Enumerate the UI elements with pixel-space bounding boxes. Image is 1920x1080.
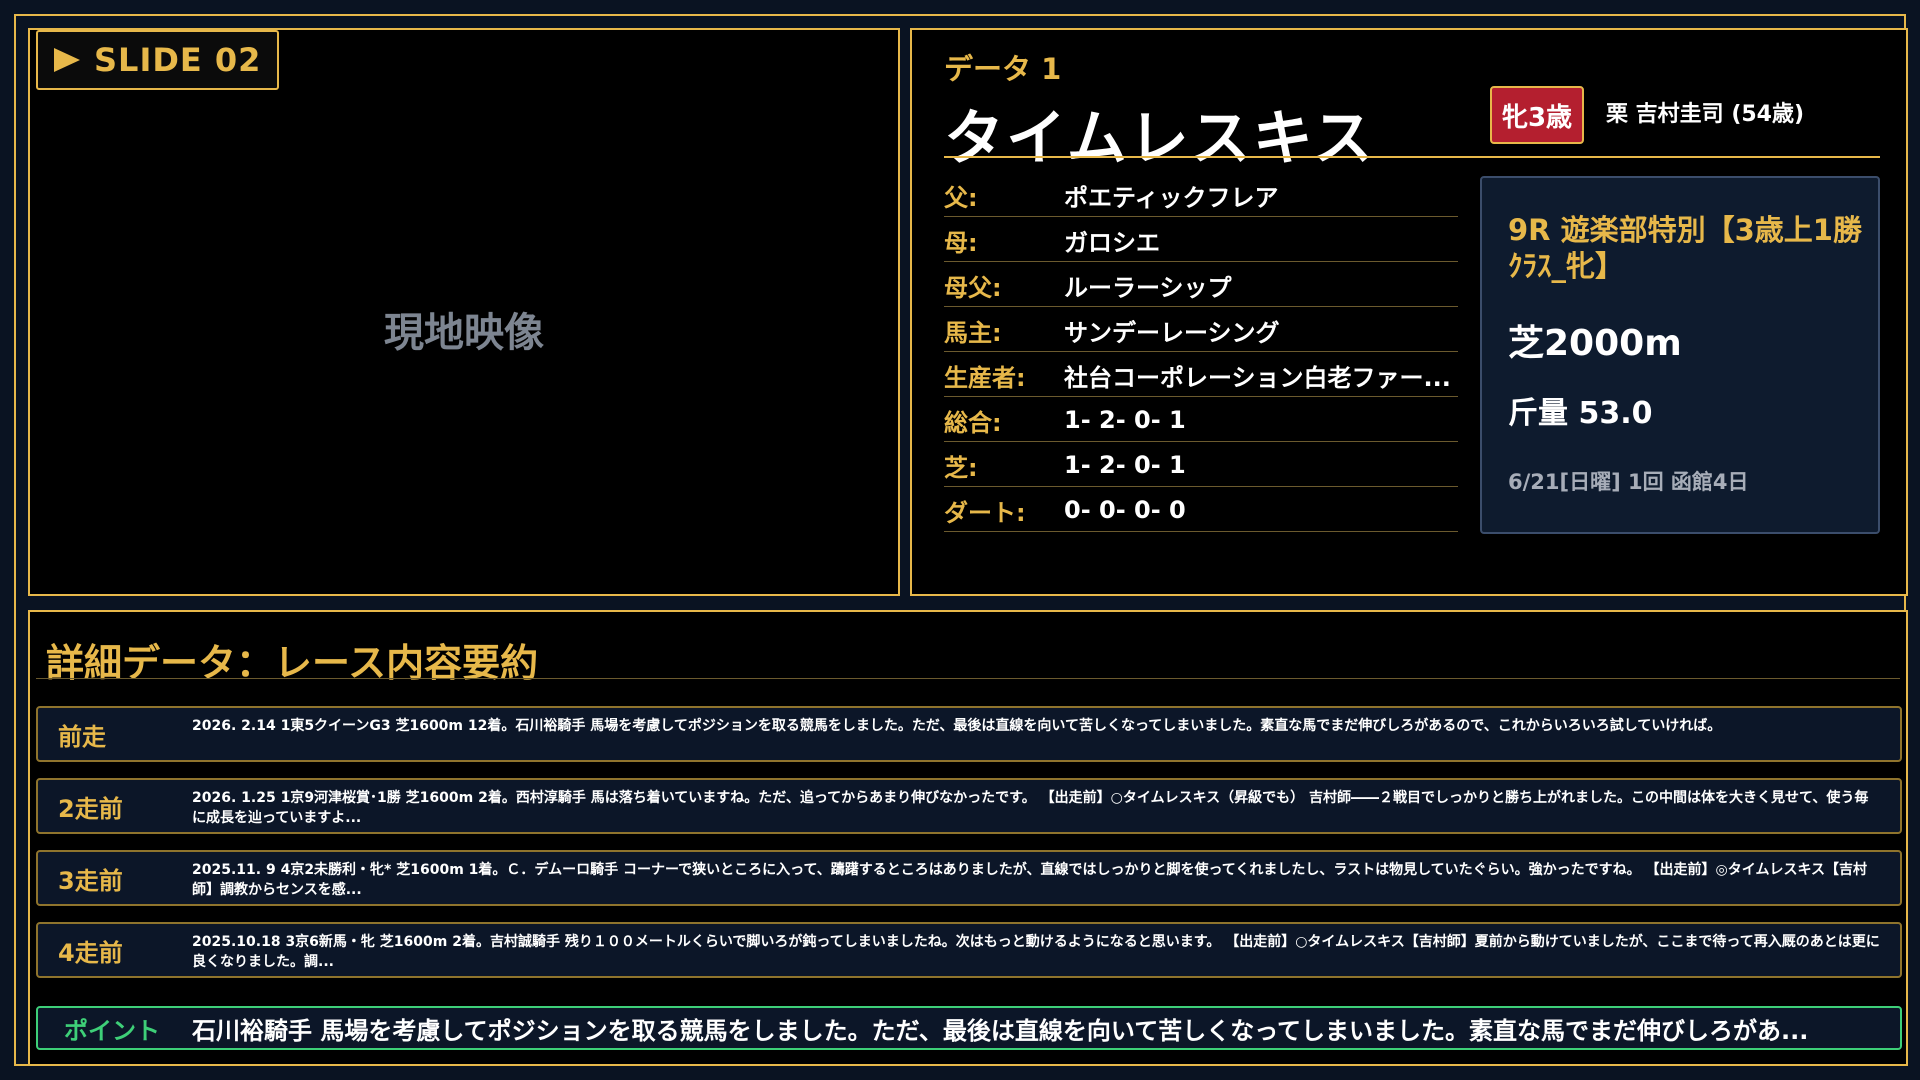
pedigree-row: 馬主: サンデーレーシング bbox=[944, 309, 1458, 352]
pedigree-row: 父: ポエティックフレア bbox=[944, 174, 1458, 217]
pedigree-row: 生産者: 社台コーポレーション白老ファー... bbox=[944, 354, 1458, 397]
past-race-row: 4走前 2025.10.18 3京6新馬・牝 芝1600m 2着。吉村誠騎手 残… bbox=[36, 922, 1902, 978]
past-race-label: 2走前 bbox=[58, 794, 123, 823]
horse-data-panel: データ 1 タイムレスキス 牝3歳 栗 吉村圭司 (54歳) 父: ポエティック… bbox=[910, 28, 1908, 596]
pedigree-list: 父: ポエティックフレア 母: ガロシエ 母父: ルーラーシップ 馬主: サンデ… bbox=[944, 174, 1458, 534]
pedigree-label: 母父: bbox=[944, 273, 1002, 302]
detail-panel: 詳細データ：レース内容要約 前走 2026. 2.14 1東5クイーンG3 芝1… bbox=[28, 610, 1908, 1066]
race-title: 9R 遊楽部特別【3歳上1勝ｸﾗｽ_牝】 bbox=[1508, 213, 1862, 283]
race-date: 6/21[日曜] 1回 函館4日 bbox=[1508, 470, 1749, 494]
pedigree-label: 馬主: bbox=[944, 318, 1002, 347]
past-race-label: 前走 bbox=[58, 722, 106, 751]
pedigree-row: ダート: 0- 0- 0- 0 bbox=[944, 489, 1458, 532]
point-row: ポイント 石川裕騎手 馬場を考慮してポジションを取る競馬をしました。ただ、最後は… bbox=[36, 1006, 1902, 1050]
video-placeholder: 現地映像 bbox=[384, 310, 544, 356]
past-race-summary: 2026. 2.14 1東5クイーンG3 芝1600m 12着。石川裕騎手 馬場… bbox=[192, 718, 1722, 734]
pedigree-value: 1- 2- 0- 1 bbox=[1064, 451, 1186, 479]
race-info-card: 9R 遊楽部特別【3歳上1勝ｸﾗｽ_牝】 芝2000m 斤量 53.0 6/21… bbox=[1480, 176, 1880, 534]
race-distance: 芝2000m bbox=[1508, 323, 1682, 364]
pedigree-value: ルーラーシップ bbox=[1064, 273, 1232, 302]
race-weight: 斤量 53.0 bbox=[1508, 396, 1653, 431]
pedigree-label: 芝: bbox=[944, 453, 978, 482]
past-race-summary: 2025.10.18 3京6新馬・牝 芝1600m 2着。吉村誠騎手 残り１００… bbox=[192, 934, 1880, 970]
point-label: ポイント bbox=[64, 1016, 160, 1045]
data-tag: データ 1 bbox=[944, 52, 1062, 86]
play-icon bbox=[54, 48, 80, 72]
pedigree-row: 母: ガロシエ bbox=[944, 219, 1458, 262]
pedigree-value: 0- 0- 0- 0 bbox=[1064, 496, 1186, 524]
pedigree-value: ガロシエ bbox=[1064, 228, 1160, 257]
past-race-summary: 2026. 1.25 1京9河津桜賞･1勝 芝1600m 2着。西村淳騎手 馬は… bbox=[192, 790, 1869, 826]
slide-label: SLIDE 02 bbox=[94, 41, 262, 79]
past-race-label: 3走前 bbox=[58, 866, 123, 895]
pedigree-row: 母父: ルーラーシップ bbox=[944, 264, 1458, 307]
trainer-info: 栗 吉村圭司 (54歳) bbox=[1606, 102, 1805, 127]
video-panel: SLIDE 02 現地映像 bbox=[28, 28, 900, 596]
name-divider bbox=[944, 156, 1880, 158]
past-race-row: 2走前 2026. 1.25 1京9河津桜賞･1勝 芝1600m 2着。西村淳騎… bbox=[36, 778, 1902, 834]
pedigree-label: 総合: bbox=[944, 408, 1002, 437]
sex-age-badge: 牝3歳 bbox=[1490, 86, 1584, 144]
pedigree-value: ポエティックフレア bbox=[1064, 183, 1279, 212]
past-race-row: 3走前 2025.11. 9 4京2未勝利・牝* 芝1600m 1着。Ｃ．デムー… bbox=[36, 850, 1902, 906]
pedigree-value: サンデーレーシング bbox=[1064, 318, 1280, 347]
past-race-summary: 2025.11. 9 4京2未勝利・牝* 芝1600m 1着。Ｃ．デムーロ騎手 … bbox=[192, 862, 1868, 898]
past-race-row: 前走 2026. 2.14 1東5クイーンG3 芝1600m 12着。石川裕騎手… bbox=[36, 706, 1902, 762]
slide-badge: SLIDE 02 bbox=[36, 30, 280, 90]
point-text: 石川裕騎手 馬場を考慮してポジションを取る競馬をしました。ただ、最後は直線を向い… bbox=[192, 1016, 1809, 1045]
past-race-label: 4走前 bbox=[58, 938, 123, 967]
detail-divider bbox=[36, 678, 1900, 679]
pedigree-label: 母: bbox=[944, 228, 978, 257]
pedigree-row: 総合: 1- 2- 0- 1 bbox=[944, 399, 1458, 442]
pedigree-row: 芝: 1- 2- 0- 1 bbox=[944, 444, 1458, 487]
pedigree-value: 社台コーポレーション白老ファー... bbox=[1064, 363, 1451, 392]
pedigree-label: ダート: bbox=[944, 498, 1026, 527]
horse-name: タイムレスキス bbox=[944, 104, 1375, 174]
pedigree-label: 生産者: bbox=[944, 363, 1026, 392]
pedigree-value: 1- 2- 0- 1 bbox=[1064, 406, 1186, 434]
pedigree-label: 父: bbox=[944, 183, 978, 212]
